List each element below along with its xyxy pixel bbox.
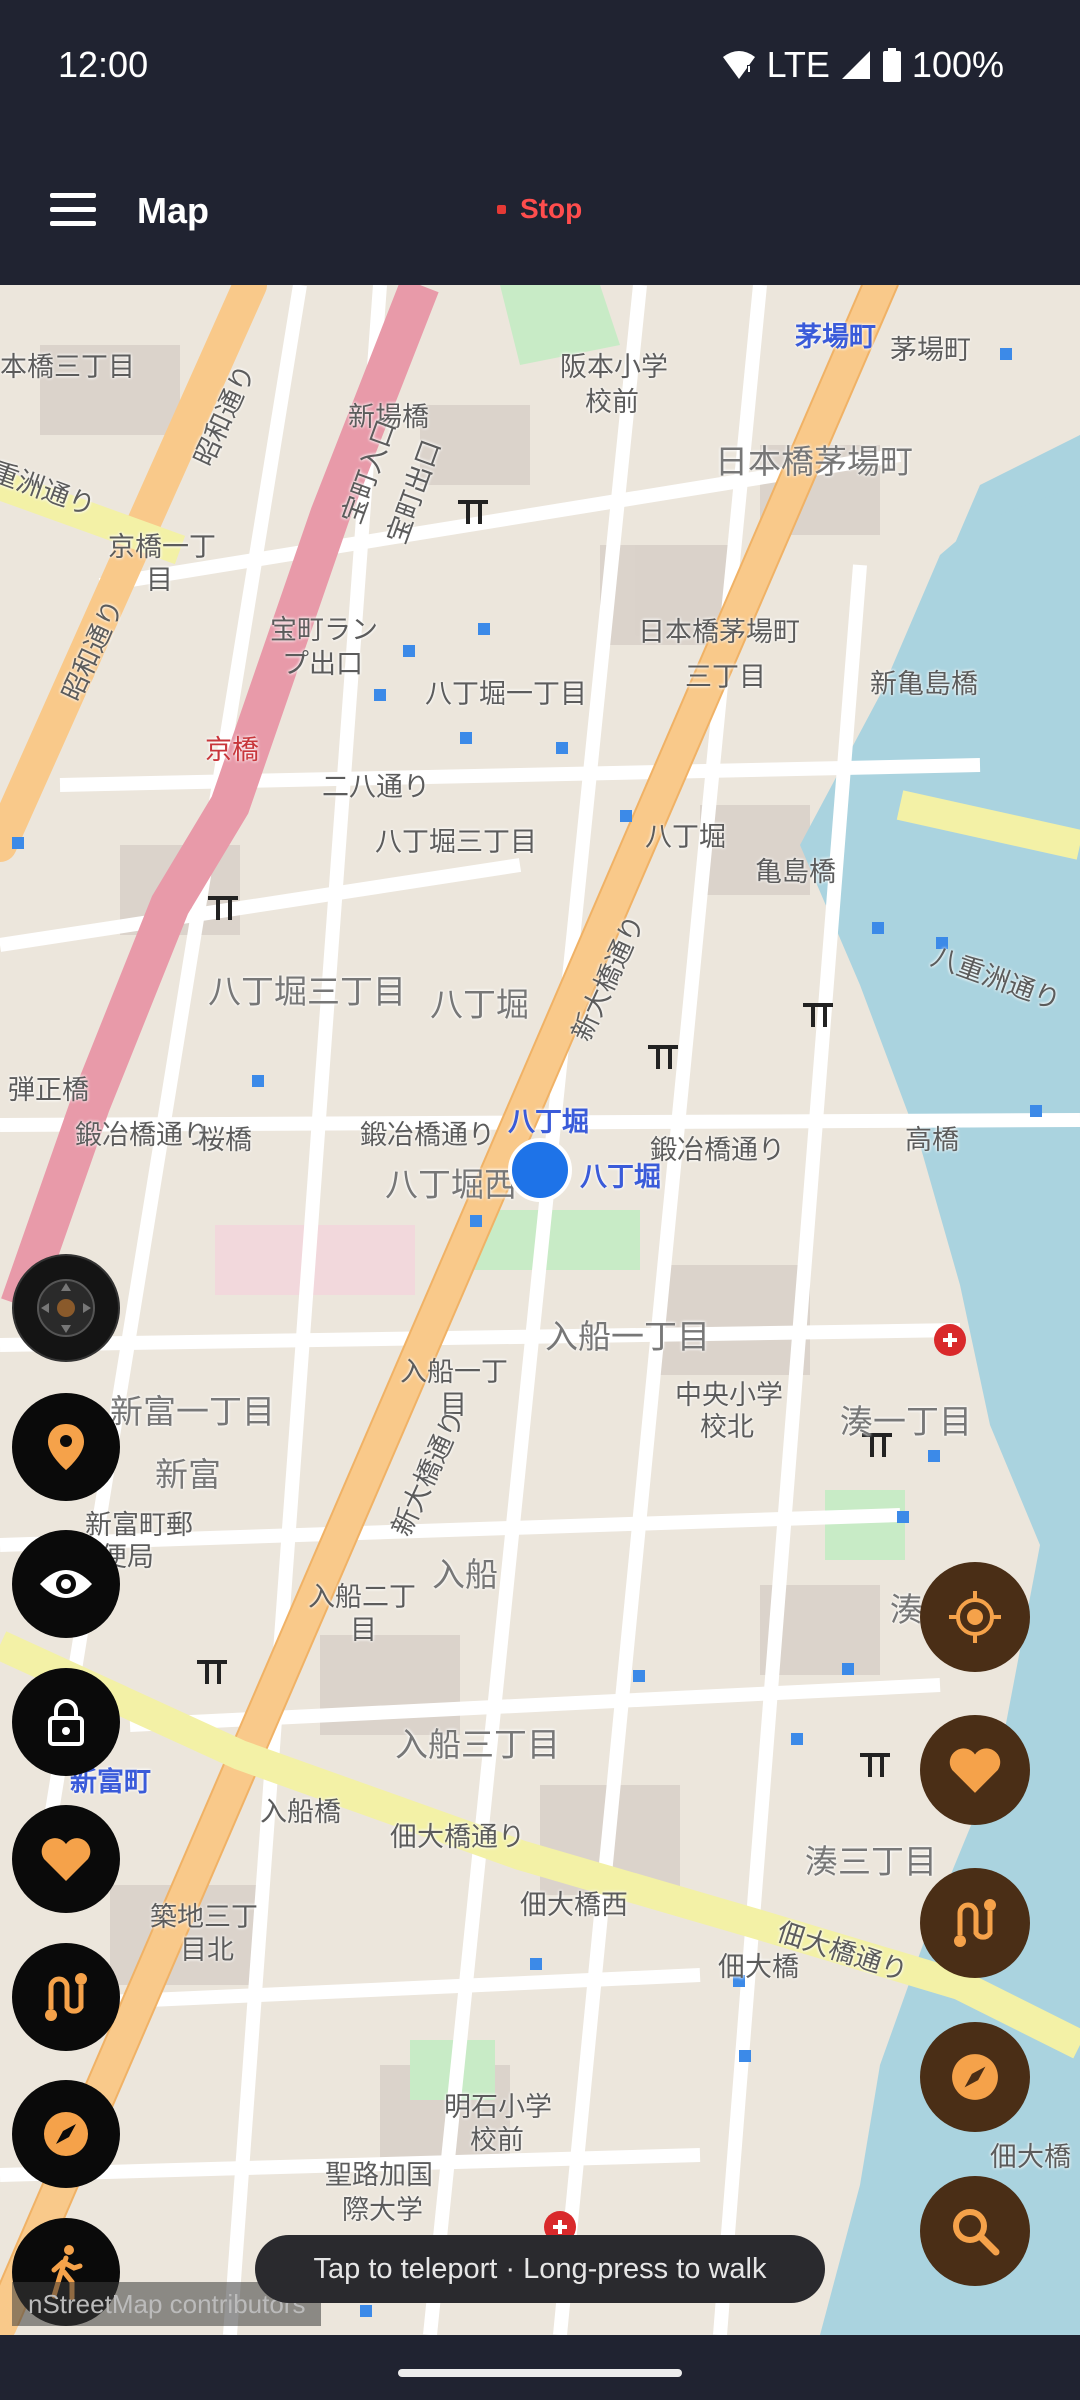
home-gesture-handle[interactable] xyxy=(398,2369,682,2377)
map-label: 新富一丁目 xyxy=(110,1392,275,1431)
favorites-button[interactable] xyxy=(920,1715,1030,1825)
compass-icon xyxy=(952,2054,998,2100)
map-label: 佃大橋通り xyxy=(390,1822,525,1853)
status-time: 12:00 xyxy=(58,44,149,85)
map-label: 目 xyxy=(350,1615,377,1646)
battery-icon xyxy=(882,48,901,82)
signal-icon xyxy=(841,51,870,79)
gps-joystick-button[interactable] xyxy=(12,1254,120,1362)
stop-button[interactable]: Stop xyxy=(497,193,582,225)
map-label: 八丁堀三丁目 xyxy=(375,827,537,858)
map-label: 目 xyxy=(146,565,173,596)
app-title: Map xyxy=(137,190,209,231)
map-label: 佃大橋西 xyxy=(520,1890,628,1921)
joystick-icon xyxy=(37,1279,95,1337)
map-label: 目北 xyxy=(180,1935,234,1966)
map-label: 校前 xyxy=(585,387,639,418)
heart-icon xyxy=(949,1748,1001,1793)
map-label: 八丁堀 xyxy=(580,1162,661,1193)
map-label: プ出口 xyxy=(282,649,363,680)
search-button[interactable] xyxy=(920,2176,1030,2286)
map-view[interactable]: 本橋三丁目 新場橋 阪本小学 校前 茅場町 茅場町 日本橋茅場町 京橋一丁 目 … xyxy=(0,285,1080,2335)
map-label: 校北 xyxy=(700,1412,754,1443)
map-label: 際大学 xyxy=(342,2195,423,2226)
route-icon xyxy=(45,1973,87,2021)
current-location-marker xyxy=(508,1138,572,1202)
battery-level: 100% xyxy=(911,44,1004,85)
map-label: 日本橋茅場町 xyxy=(638,617,800,648)
app-bar: Map Stop xyxy=(0,135,1080,285)
map-label: 湊 xyxy=(890,1590,923,1629)
map-label: 湊一丁目 xyxy=(840,1402,972,1441)
map-label: 入船橋 xyxy=(260,1797,341,1828)
map-label: 新亀島橋 xyxy=(870,669,978,700)
map-label: 湊三丁目 xyxy=(805,1842,937,1881)
my-location-button[interactable] xyxy=(920,1562,1030,1672)
map-label: 茅場町 xyxy=(795,322,876,353)
hamburger-menu-icon[interactable] xyxy=(38,175,108,245)
lock-icon xyxy=(48,1699,84,1746)
map-label: 佃大橋 xyxy=(990,2142,1071,2173)
eye-icon xyxy=(40,1570,92,1598)
map-label: 八丁堀三丁目 xyxy=(208,972,406,1011)
map-label: 新富 xyxy=(155,1455,221,1494)
search-icon xyxy=(953,2209,1000,2256)
map-label: 弾正橋 xyxy=(8,1075,89,1106)
map-pin-icon xyxy=(48,1424,84,1470)
map-label: 高橋 xyxy=(905,1125,959,1156)
map-label: 三丁目 xyxy=(685,662,766,693)
status-icons: LTE 100% xyxy=(721,44,1004,86)
crosshair-icon xyxy=(949,1591,1001,1643)
system-nav-bar xyxy=(0,2335,1080,2400)
network-type: LTE xyxy=(766,44,830,85)
map-label: 鍛冶橋通り xyxy=(75,1120,210,1151)
map-label: 茅場町 xyxy=(890,335,971,366)
stop-label: Stop xyxy=(520,193,583,224)
favorite-button[interactable] xyxy=(12,1805,120,1913)
map-label: 入船三丁目 xyxy=(395,1725,560,1764)
map-label: 八丁堀 xyxy=(508,1107,589,1138)
map-label: 八丁堀西 xyxy=(385,1165,517,1204)
hint-toast: Tap to teleport · Long-press to walk xyxy=(255,2235,825,2303)
routes-button[interactable] xyxy=(920,1868,1030,1978)
route-button[interactable] xyxy=(12,1943,120,2051)
map-label: 鍛冶橋通り xyxy=(650,1135,785,1166)
pin-button[interactable] xyxy=(12,1393,120,1501)
map-label: 八丁堀一丁目 xyxy=(425,679,587,710)
compass-button[interactable] xyxy=(12,2080,120,2188)
navigate-button[interactable] xyxy=(920,2022,1030,2132)
map-label: 亀島橋 xyxy=(755,857,836,888)
stop-icon xyxy=(497,204,506,214)
visibility-button[interactable] xyxy=(12,1530,120,1638)
lock-button[interactable] xyxy=(12,1668,120,1776)
map-label: 八丁堀 xyxy=(645,822,726,853)
map-label: 鍛冶橋通り xyxy=(360,1120,495,1151)
map-label: 入船一丁目 xyxy=(545,1317,710,1356)
map-label: 聖路加国 xyxy=(325,2160,433,2191)
map-label: 校前 xyxy=(470,2125,524,2156)
map-label: 京橋 xyxy=(205,735,259,766)
map-label: 二八通り xyxy=(322,772,430,803)
wifi-icon xyxy=(722,51,755,79)
map-label: 日本橋茅場町 xyxy=(715,442,913,481)
heart-icon xyxy=(41,1838,91,1881)
map-label: 桜橋 xyxy=(198,1125,252,1156)
map-label: 八丁堀 xyxy=(430,985,529,1024)
route-icon xyxy=(954,1899,996,1947)
compass-icon xyxy=(44,2112,88,2156)
map-label: 本橋三丁目 xyxy=(0,352,135,383)
map-label: 入船 xyxy=(432,1555,498,1594)
map-label: 阪本小学 xyxy=(560,352,668,383)
status-bar: 12:00 LTE 100% xyxy=(0,0,1080,135)
